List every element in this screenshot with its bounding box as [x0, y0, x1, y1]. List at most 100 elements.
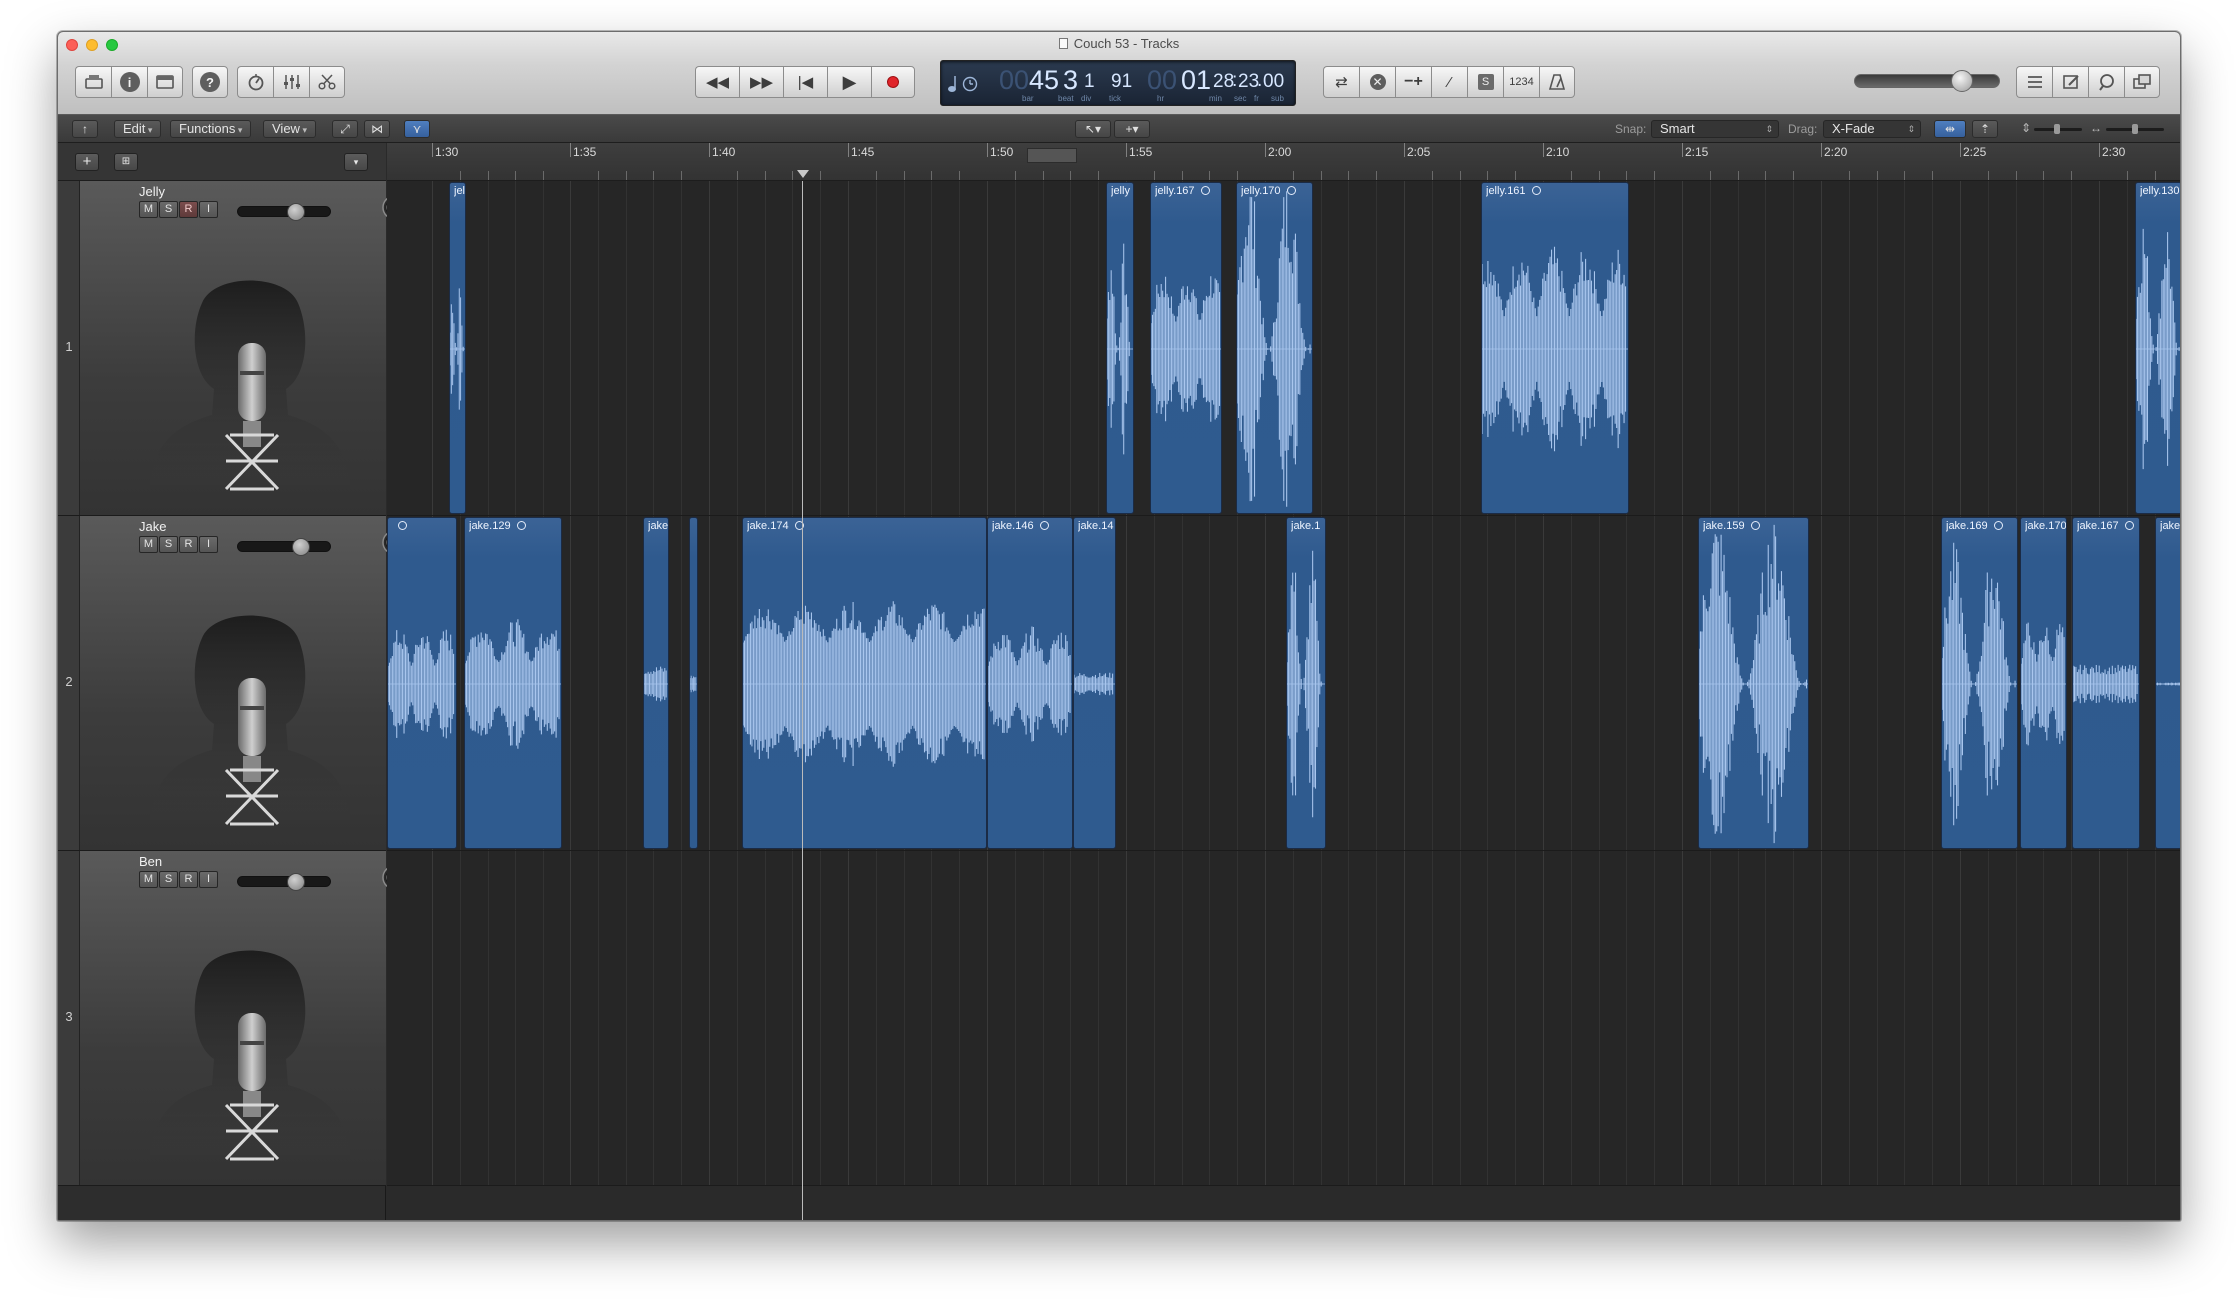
note-pad-button[interactable] [2052, 66, 2088, 98]
waveform-zoom-button[interactable]: ⇹ [1934, 120, 1966, 138]
horizontal-zoom-thumb[interactable] [2132, 124, 2138, 134]
mute-button[interactable]: M [139, 201, 158, 218]
timeline-ruler[interactable]: 1:30 1:35 1:40 1:45 1:50 1:55 2:00 2:05 2:10 2:15… [387, 143, 2180, 181]
input-monitor-button[interactable]: I [199, 201, 218, 218]
empty-area-below-tracks[interactable] [387, 1186, 2180, 1220]
audio-region[interactable]: jake [643, 517, 669, 849]
audio-region[interactable]: jel [449, 182, 466, 514]
audio-region[interactable]: jelly.167 [1150, 182, 1222, 514]
browsers-button[interactable] [2124, 66, 2160, 98]
audio-region[interactable]: jake.170 [2020, 517, 2067, 849]
audio-region[interactable]: jake.169 [1941, 517, 2018, 849]
flex-button[interactable]: ⋎ [404, 120, 430, 138]
go-to-beginning-button[interactable]: |◀ [783, 66, 827, 98]
left-click-tool-menu[interactable]: ↖▾ [1075, 120, 1111, 138]
master-volume-slider[interactable] [1854, 70, 2000, 92]
record-enable-button[interactable]: R [179, 536, 198, 553]
track-name[interactable]: Jelly [139, 184, 165, 199]
audio-region[interactable]: jake.167 [2072, 517, 2140, 849]
audio-region[interactable]: jake.159 [1698, 517, 1809, 849]
tracks-area[interactable]: jel jelly jelly.167 jelly.170 jelly.161 jelly… [387, 181, 2180, 1220]
track-header-jelly[interactable]: 1 Jelly M S R I [58, 181, 407, 516]
horizontal-zoom-slider[interactable] [2106, 124, 2164, 134]
autopunch-button[interactable]: −+ [1395, 66, 1431, 98]
audio-region[interactable] [387, 517, 457, 849]
audio-region[interactable]: jake.146 [987, 517, 1073, 849]
input-monitor-button[interactable]: I [199, 871, 218, 888]
track-volume-knob[interactable] [287, 873, 305, 891]
zoom-to-fit-button[interactable]: ⋈ [364, 120, 390, 138]
metronome-button[interactable] [1539, 66, 1575, 98]
record-enable-button[interactable]: R [179, 871, 198, 888]
track-lane-jelly[interactable]: jel jelly jelly.167 jelly.170 jelly.161 jelly… [387, 181, 2180, 516]
functions-menu[interactable]: Functions [170, 120, 252, 138]
solo-mode-button[interactable]: S [1467, 66, 1503, 98]
track-volume-slider[interactable] [237, 203, 331, 221]
audio-region[interactable]: jelly.170 [1236, 182, 1313, 514]
record-button[interactable] [871, 66, 915, 98]
audio-region[interactable] [689, 517, 698, 849]
solo-button[interactable]: S [159, 871, 178, 888]
playhead-handle[interactable] [797, 170, 809, 178]
hierarchy-button[interactable]: ↑ [72, 120, 98, 138]
inspector-button[interactable]: i [111, 66, 147, 98]
track-volume-slider[interactable] [237, 873, 331, 891]
solo-button[interactable]: S [159, 536, 178, 553]
track-name[interactable]: Jake [139, 519, 166, 534]
vertical-zoom-slider[interactable] [2034, 124, 2082, 134]
edit-menu[interactable]: Edit [114, 120, 162, 138]
fast-forward-button[interactable]: ▶▶ [739, 66, 783, 98]
drag-select[interactable]: X-Fade [1823, 120, 1921, 138]
audio-region[interactable]: jake.174 [742, 517, 987, 849]
track-volume-knob[interactable] [292, 538, 310, 556]
track-lane-ben[interactable] [387, 851, 2180, 1186]
loop-browser-button[interactable] [2088, 66, 2124, 98]
record-enable-button[interactable]: R [179, 201, 198, 218]
mute-button[interactable]: M [139, 871, 158, 888]
master-volume-knob[interactable] [1951, 70, 1973, 92]
play-button[interactable]: ▶ [827, 66, 871, 98]
track-name[interactable]: Ben [139, 854, 162, 869]
cycle-region[interactable] [1027, 148, 1077, 163]
track-header-menu-button[interactable]: ▾ [344, 153, 368, 171]
replace-button[interactable]: ✕ [1359, 66, 1395, 98]
waveform [1151, 276, 1221, 422]
new-track-with-settings-button[interactable]: ⊞ [114, 153, 138, 171]
toolbar-button[interactable] [147, 66, 183, 98]
audio-region[interactable]: jake.128 [2155, 517, 2180, 849]
audio-region[interactable]: jake.1 [1286, 517, 1326, 849]
command-click-tool-menu[interactable]: +▾ [1114, 120, 1150, 138]
track-header-jake[interactable]: 2 Jake M S R I [58, 516, 407, 851]
quick-help-button[interactable]: ? [192, 66, 228, 98]
smart-controls-button[interactable] [237, 66, 273, 98]
add-track-button[interactable]: + [75, 153, 99, 171]
mixer-button[interactable] [273, 66, 309, 98]
cycle-icon: ⇄ [1335, 74, 1348, 91]
view-menu[interactable]: View [263, 120, 316, 138]
catch-playhead-button[interactable]: ⤢ [332, 120, 358, 138]
lcd-display[interactable]: 00 45 3 1 91 00 01 28 : 23 . 00 bar beat… [940, 60, 1296, 106]
track-lane-jake[interactable]: jake.129 jake jake.174 jake.146 jake.14 jake.… [387, 516, 2180, 851]
audio-region[interactable]: jelly.161 [1481, 182, 1629, 514]
audio-region[interactable]: jelly [1106, 182, 1134, 514]
auto-track-zoom-button[interactable]: ⇡ [1972, 120, 1998, 138]
tuner-button[interactable]: ⁄ [1431, 66, 1467, 98]
library-button[interactable] [75, 66, 111, 98]
mute-button[interactable]: M [139, 536, 158, 553]
input-monitor-button[interactable]: I [199, 536, 218, 553]
ruler-minor-tick [820, 171, 822, 180]
cycle-button[interactable]: ⇄ [1323, 66, 1359, 98]
audio-region[interactable]: jake.14 [1073, 517, 1116, 849]
track-header-ben[interactable]: 3 Ben M S R I [58, 851, 407, 1186]
list-editors-button[interactable] [2016, 66, 2052, 98]
track-volume-slider[interactable] [237, 538, 331, 556]
rewind-button[interactable]: ◀◀ [695, 66, 739, 98]
audio-region[interactable]: jelly.130 [2135, 182, 2180, 514]
snap-select[interactable]: Smart [1651, 120, 1779, 138]
audio-region[interactable]: jake.129 [464, 517, 562, 849]
solo-button[interactable]: S [159, 201, 178, 218]
track-volume-knob[interactable] [287, 203, 305, 221]
editors-button[interactable] [309, 66, 345, 98]
vertical-zoom-thumb[interactable] [2054, 124, 2060, 134]
count-in-button[interactable]: 1234 [1503, 66, 1539, 98]
